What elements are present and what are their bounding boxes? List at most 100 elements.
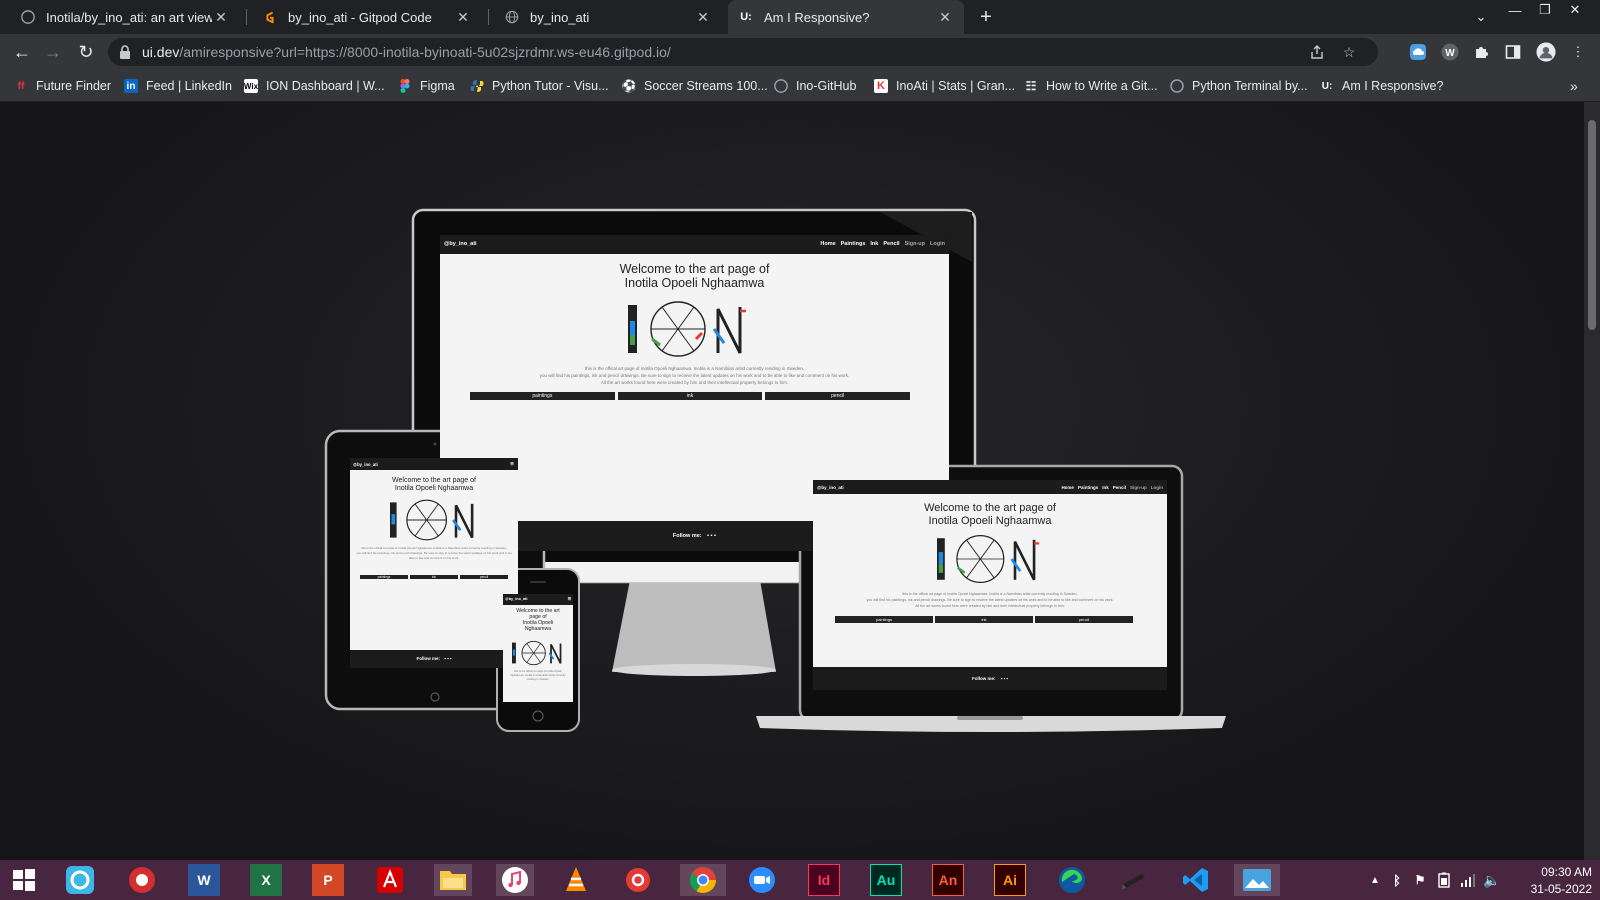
address-bar[interactable]: ui.dev/amiresponsive?url=https://8000-in…: [108, 38, 1378, 66]
close-icon[interactable]: ✕: [694, 8, 712, 26]
nav-paintings[interactable]: Paintings: [841, 241, 866, 247]
phone-preview[interactable]: @by_ino_ati ☰ Welcome to the art page of…: [503, 594, 573, 702]
volume-icon[interactable]: 🔈: [1482, 864, 1502, 896]
url-text[interactable]: ui.dev/amiresponsive?url=https://8000-in…: [142, 44, 671, 60]
laptop-preview[interactable]: @by_ino_ati Home Paintings Ink Pencil Si…: [813, 480, 1167, 690]
bookmark-item[interactable]: Python Tutor - Visu...: [470, 76, 609, 96]
site-footer: Follow me: ▪ ▪ ▪: [813, 667, 1167, 690]
taskbar-clock-time[interactable]: 09:30 AM: [1506, 865, 1592, 879]
tab-amiresponsive[interactable]: U: Am I Responsive? ✕: [728, 0, 964, 34]
side-panel-icon[interactable]: [1503, 42, 1523, 62]
bookmark-item[interactable]: Ino-GitHub: [774, 76, 856, 96]
social-icons[interactable]: ▪ ▪ ▪: [707, 533, 716, 539]
chrome-icon[interactable]: [680, 864, 726, 896]
nav-signup[interactable]: Sign-up: [905, 241, 925, 247]
zoom-icon[interactable]: [746, 864, 778, 896]
new-tab-button[interactable]: +: [974, 5, 998, 29]
bookmarks-overflow-icon[interactable]: »: [1570, 76, 1578, 96]
page-scrollbar[interactable]: [1584, 102, 1600, 860]
scroll-thumb[interactable]: [1588, 120, 1596, 330]
network-signal-icon[interactable]: [1458, 864, 1478, 896]
bookmark-star-icon[interactable]: ☆: [1340, 43, 1358, 61]
bookmark-item[interactable]: U: Am I Responsive?: [1320, 76, 1444, 96]
category-paintings-button[interactable]: paintings: [360, 575, 408, 579]
back-icon[interactable]: ←: [10, 40, 34, 64]
word-icon[interactable]: W: [188, 864, 220, 896]
pen-icon[interactable]: [1118, 864, 1150, 896]
nav-pencil[interactable]: Pencil: [1113, 485, 1126, 490]
nav-pencil[interactable]: Pencil: [883, 241, 899, 247]
profile-avatar[interactable]: [1536, 42, 1556, 62]
edge-icon[interactable]: [1056, 864, 1088, 896]
media-icon[interactable]: [622, 864, 654, 896]
nav-ink[interactable]: Ink: [870, 241, 878, 247]
close-icon[interactable]: ✕: [212, 8, 230, 26]
hamburger-icon[interactable]: ☰: [510, 461, 514, 466]
bookmark-item[interactable]: Figma: [398, 76, 455, 96]
minimize-icon[interactable]: —: [1500, 0, 1530, 20]
category-pencil-button[interactable]: pencil: [1035, 616, 1133, 623]
vscode-icon[interactable]: [1180, 864, 1212, 896]
bookmark-item[interactable]: ff Future Finder: [14, 76, 111, 96]
category-paintings-button[interactable]: paintings: [835, 616, 933, 623]
wordtune-extension-icon[interactable]: W: [1440, 42, 1460, 62]
nav-home[interactable]: Home: [1061, 485, 1074, 490]
nav-home[interactable]: Home: [820, 241, 835, 247]
nav-login[interactable]: Login: [1151, 485, 1163, 490]
close-icon[interactable]: ✕: [454, 8, 472, 26]
bookmark-item[interactable]: ☷ How to Write a Git...: [1024, 76, 1158, 96]
bookmark-item[interactable]: Wix ION Dashboard | W...: [244, 76, 385, 96]
photos-icon[interactable]: [1234, 864, 1280, 896]
social-icons[interactable]: ▪ ▪ ▪: [1001, 676, 1008, 681]
taskbar-clock-date[interactable]: 31-05-2022: [1506, 882, 1592, 896]
acrobat-icon[interactable]: [374, 864, 406, 896]
category-pencil-button[interactable]: pencil: [460, 575, 508, 579]
file-manager-icon[interactable]: [64, 864, 96, 896]
tab-github[interactable]: Inotila/by_ino_ati: an art viewing ✕: [10, 0, 240, 34]
indesign-icon[interactable]: Id: [808, 864, 840, 896]
bookmark-item[interactable]: ⚽ Soccer Streams 100...: [622, 76, 768, 96]
category-paintings-button[interactable]: paintings: [470, 392, 615, 400]
tab-gitpod[interactable]: by_ino_ati - Gitpod Code ✕: [252, 0, 482, 34]
bluetooth-icon[interactable]: ᛒ: [1388, 864, 1406, 896]
forward-icon[interactable]: →: [41, 40, 65, 64]
flag-icon[interactable]: ⚑: [1410, 864, 1430, 896]
tablet-preview[interactable]: @by_ino_ati ☰ Welcome to the art page of…: [350, 458, 518, 668]
category-ink-button[interactable]: ink: [617, 392, 763, 400]
audition-icon[interactable]: Au: [870, 864, 902, 896]
record-icon[interactable]: [126, 864, 158, 896]
category-ink-button[interactable]: ink: [935, 616, 1033, 623]
tab-search-icon[interactable]: ⌄: [1466, 7, 1496, 27]
vlc-icon[interactable]: [560, 864, 592, 896]
share-icon[interactable]: [1308, 43, 1326, 61]
show-hidden-icons-chevron[interactable]: ▲: [1366, 864, 1384, 896]
bookmark-item[interactable]: in Feed | LinkedIn: [124, 76, 232, 96]
windows-start-icon[interactable]: [8, 864, 40, 896]
excel-icon[interactable]: X: [250, 864, 282, 896]
category-ink-button[interactable]: ink: [410, 575, 458, 579]
nav-login[interactable]: Login: [930, 241, 945, 247]
reload-icon[interactable]: ↻: [74, 40, 98, 64]
nav-paintings[interactable]: Paintings: [1078, 485, 1098, 490]
close-icon[interactable]: ✕: [936, 8, 954, 26]
cloud-extension-icon[interactable]: [1408, 42, 1428, 62]
nav-ink[interactable]: Ink: [1102, 485, 1109, 490]
explorer-icon[interactable]: [434, 864, 472, 896]
bookmark-item[interactable]: Python Terminal by...: [1170, 76, 1308, 96]
restore-icon[interactable]: ❐: [1530, 0, 1560, 20]
lock-icon[interactable]: [118, 44, 134, 60]
window-close-icon[interactable]: ✕: [1560, 0, 1590, 20]
category-pencil-button[interactable]: pencil: [765, 392, 911, 400]
bookmark-item[interactable]: K InoAti | Stats | Gran...: [874, 76, 1015, 96]
itunes-icon[interactable]: [496, 864, 534, 896]
nav-signup[interactable]: Sign-up: [1130, 485, 1147, 490]
illustrator-icon[interactable]: Ai: [994, 864, 1026, 896]
hamburger-icon[interactable]: ☰: [568, 596, 571, 601]
animate-icon[interactable]: An: [932, 864, 964, 896]
menu-kebab-icon[interactable]: ⋮: [1568, 42, 1588, 62]
battery-icon[interactable]: [1434, 864, 1454, 896]
powerpoint-icon[interactable]: P: [312, 864, 344, 896]
extensions-puzzle-icon[interactable]: [1472, 42, 1492, 62]
social-icons[interactable]: ▪ ▪ ▪: [444, 656, 451, 661]
tab-site[interactable]: by_ino_ati ✕: [494, 0, 722, 34]
